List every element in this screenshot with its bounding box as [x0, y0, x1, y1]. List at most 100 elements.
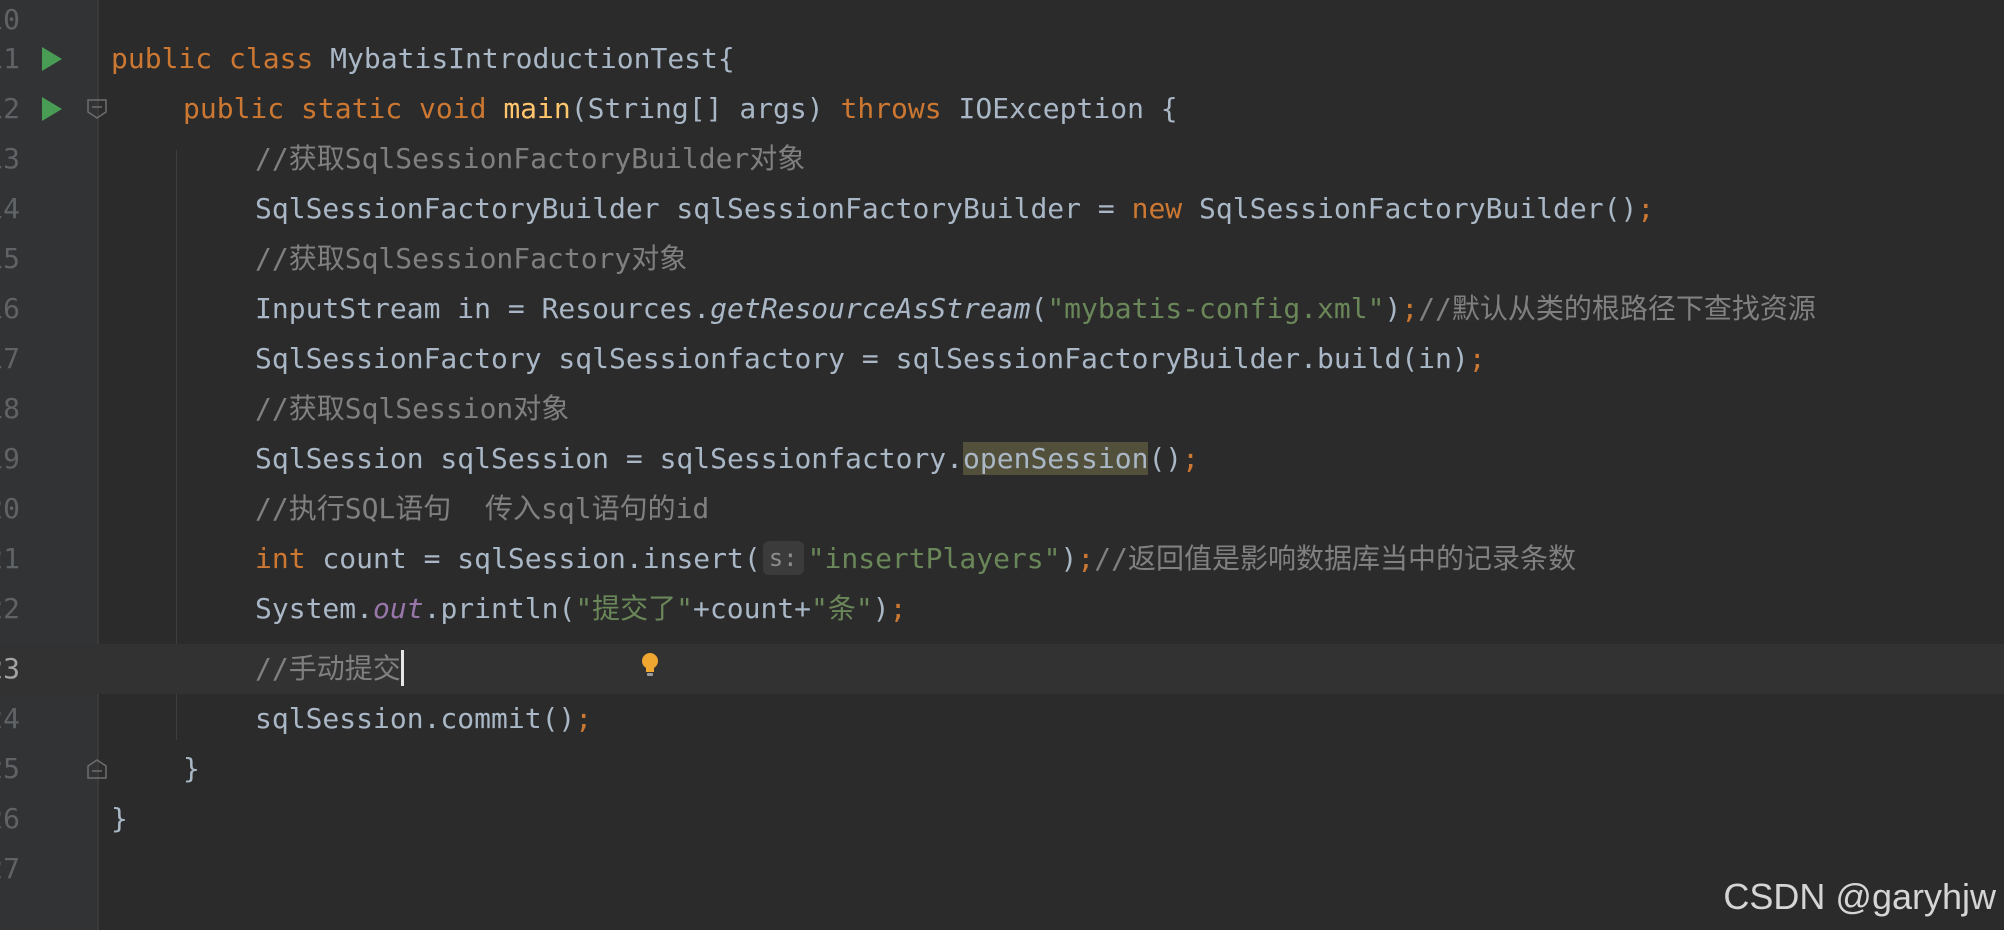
code-editor[interactable]: 10 11 public class MybatisIntroductionTe…: [0, 0, 2004, 930]
line-number: 11: [0, 42, 20, 75]
keyword: class: [229, 42, 314, 75]
line-number: 27: [0, 852, 20, 885]
semicolon: ;: [889, 592, 907, 625]
code-text: SqlSessionFactory sqlSessionfactory = sq…: [255, 334, 1486, 384]
code-line-27[interactable]: 27: [0, 844, 2004, 894]
code-line-19[interactable]: 19 SqlSession sqlSession = sqlSessionfac…: [0, 434, 2004, 484]
code-text: SqlSession sqlSession = sqlSessionfactor…: [255, 434, 1199, 484]
comment: //获取SqlSession对象: [255, 392, 570, 425]
class-name: MybatisIntroductionTest: [330, 42, 718, 75]
text-caret: [400, 650, 404, 686]
code-line-11[interactable]: 11 public class MybatisIntroductionTest{: [0, 34, 2004, 84]
line-number: 22: [0, 592, 20, 625]
keyword: public: [111, 42, 213, 75]
comment: //返回值是影响数据库当中的记录条数: [1094, 542, 1576, 575]
paren: ): [1060, 542, 1078, 575]
brace: }: [183, 752, 200, 785]
keyword: new: [1131, 192, 1183, 225]
code-fragment: SqlSessionFactory sqlSessionfactory = sq…: [255, 342, 1469, 375]
line-number: 12: [0, 92, 20, 125]
keyword: public: [183, 92, 285, 125]
code-text: int count = sqlSession.insert(s: "insertP…: [255, 534, 1576, 584]
line-number: 13: [0, 142, 20, 175]
lightbulb-icon[interactable]: [640, 652, 660, 678]
code-line-23[interactable]: 23 //手动提交: [0, 644, 2004, 694]
highlighted-usage[interactable]: openSession: [963, 442, 1149, 475]
code-line-14[interactable]: 14 SqlSessionFactoryBuilder sqlSessionFa…: [0, 184, 2004, 234]
code-text: //获取SqlSessionFactory对象: [255, 234, 687, 284]
code-line-15[interactable]: 15 //获取SqlSessionFactory对象: [0, 234, 2004, 284]
method-name: main: [503, 92, 571, 125]
keyword: void: [419, 92, 487, 125]
line-number: 25: [0, 752, 20, 785]
fold-end-icon[interactable]: [86, 758, 108, 780]
code-fragment: SqlSessionFactoryBuilder sqlSessionFacto…: [255, 192, 1132, 225]
brace: {: [717, 42, 735, 75]
code-fragment: InputStream in = Resources.: [255, 292, 711, 325]
keyword: int: [255, 542, 306, 575]
semicolon: ;: [1637, 192, 1655, 225]
watermark: CSDN @garyhjw: [1723, 876, 1996, 917]
code-line-26[interactable]: 26 }: [0, 794, 2004, 844]
code-line-12[interactable]: 12 public static void main(String[] args…: [0, 84, 2004, 134]
code-line-25[interactable]: 25 }: [0, 744, 2004, 794]
code-line-21[interactable]: 21 int count = sqlSession.insert(s:"inse…: [0, 534, 2004, 584]
code-fragment: +count+: [693, 592, 812, 625]
paren: (: [1030, 292, 1048, 325]
code-text: public class MybatisIntroductionTest{: [111, 34, 735, 84]
code-line-22[interactable]: 22 System.out.println("提交了"+count+"条");: [0, 584, 2004, 634]
line-number: 15: [0, 242, 20, 275]
paren: ): [872, 592, 890, 625]
static-method: getResourceAsStream: [710, 292, 1031, 325]
code-text: SqlSessionFactoryBuilder sqlSessionFacto…: [255, 184, 1654, 234]
code-line-17[interactable]: 17 SqlSessionFactory sqlSessionfactory =…: [0, 334, 2004, 384]
semicolon: ;: [1077, 542, 1095, 575]
code-text: //手动提交: [255, 644, 404, 694]
line-number: 20: [0, 492, 20, 525]
string-literal: "提交了": [575, 592, 694, 625]
run-gutter-icon[interactable]: [42, 47, 62, 71]
code-text: //获取SqlSession对象: [255, 384, 569, 434]
code-line-24[interactable]: 24 sqlSession.commit();: [0, 694, 2004, 744]
semicolon: ;: [1468, 342, 1486, 375]
code-line-20[interactable]: 20 //执行SQL语句 传入sql语句的id: [0, 484, 2004, 534]
code-line-13[interactable]: 13 //获取SqlSessionFactoryBuilder对象: [0, 134, 2004, 184]
params: (String[] args): [570, 92, 841, 125]
code-fragment: System.: [255, 592, 374, 625]
code-text: InputStream in = Resources.getResourceAs…: [255, 284, 1816, 334]
code-line-18[interactable]: 18 //获取SqlSession对象: [0, 384, 2004, 434]
keyword: throws: [840, 92, 942, 125]
code-fragment: .println(: [423, 592, 576, 625]
code-text: }: [183, 744, 200, 794]
line-number: 14: [0, 192, 20, 225]
code-fragment: sqlSession.commit(): [255, 702, 576, 735]
code-fragment: SqlSessionFactoryBuilder(): [1182, 192, 1638, 225]
comment: //获取SqlSessionFactoryBuilder对象: [255, 142, 806, 175]
fold-collapse-icon[interactable]: [86, 98, 108, 120]
string-literal: "mybatis-config.xml": [1047, 292, 1385, 325]
comment: //获取SqlSessionFactory对象: [255, 242, 688, 275]
code-line-16[interactable]: 16 InputStream in = Resources.getResourc…: [0, 284, 2004, 334]
comment: //默认从类的根路径下查找资源: [1418, 292, 1816, 325]
line-number: 23: [0, 652, 20, 685]
code-text: //获取SqlSessionFactoryBuilder对象: [255, 134, 805, 184]
line-number: 24: [0, 702, 20, 735]
code-fragment: count = sqlSession.insert(: [305, 542, 761, 575]
parameter-hint: s:: [762, 541, 804, 575]
line-number: 19: [0, 442, 20, 475]
comment: //执行SQL语句 传入sql语句的id: [255, 492, 710, 525]
code-fragment: IOException {: [941, 92, 1178, 125]
keyword: static: [301, 92, 403, 125]
code-text: sqlSession.commit();: [255, 694, 592, 744]
comment: //手动提交: [255, 652, 401, 685]
line-number: 26: [0, 802, 20, 835]
run-gutter-icon[interactable]: [42, 97, 62, 121]
line-number: 16: [0, 292, 20, 325]
semicolon: ;: [1401, 292, 1419, 325]
code-fragment: (): [1148, 442, 1183, 475]
string-literal: "条": [811, 592, 873, 625]
code-text: public static void main(String[] args) t…: [183, 84, 1178, 134]
string-literal: "insertPlayers": [807, 542, 1061, 575]
static-field: out: [373, 592, 424, 625]
code-text: //执行SQL语句 传入sql语句的id: [255, 484, 709, 534]
